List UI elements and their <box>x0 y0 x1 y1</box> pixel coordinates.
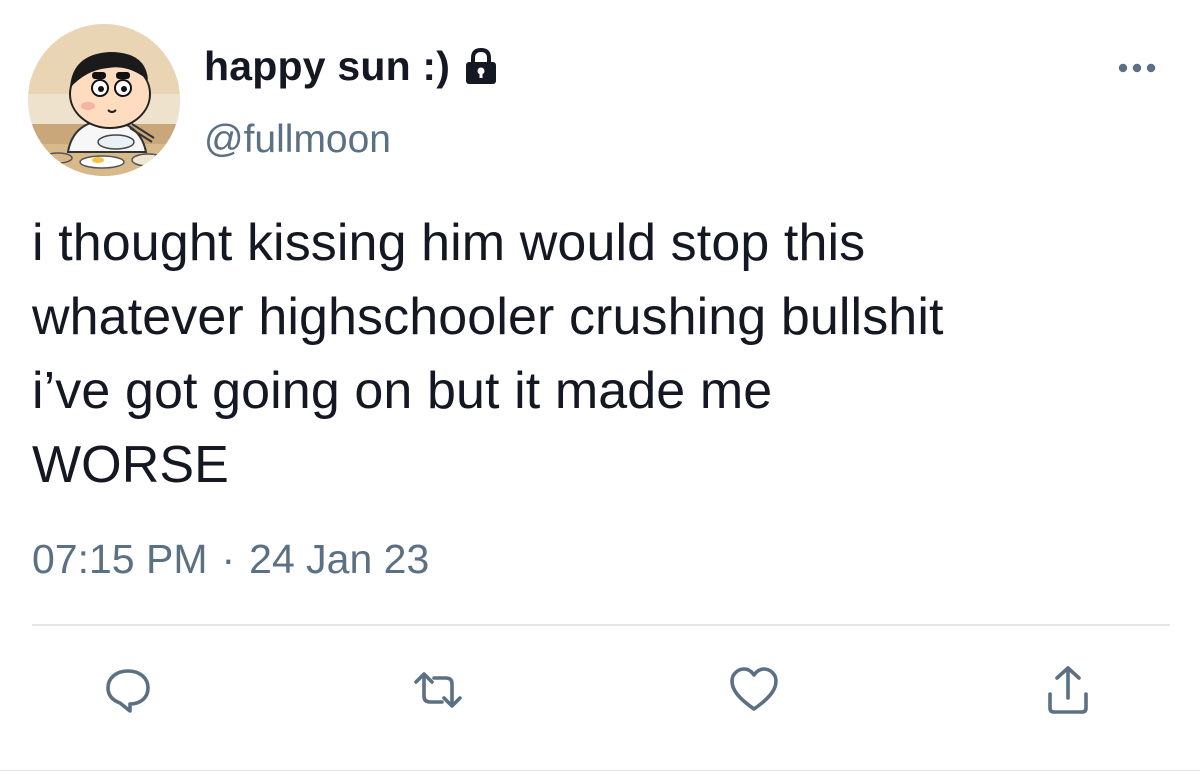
retweet-icon <box>408 664 468 716</box>
tweet-meta: 07:15 PM · 24 Jan 23 <box>32 536 429 583</box>
tweet-text-line: whatever highschooler crushing bullshit <box>32 288 944 346</box>
action-bar <box>0 660 1200 730</box>
cartoon-avatar-image <box>28 24 180 176</box>
divider <box>32 624 1170 626</box>
like-button[interactable] <box>724 660 784 720</box>
avatar[interactable] <box>28 24 180 176</box>
tweet-card: happy sun :) @fullmoon i thought kissing… <box>0 0 1200 783</box>
tweet-text-line: i thought kissing him would stop this <box>32 214 866 272</box>
tweet-date[interactable]: 24 Jan 23 <box>249 536 429 583</box>
reply-button[interactable] <box>98 660 158 720</box>
name-row: happy sun :) <box>204 40 502 92</box>
tweet-time[interactable]: 07:15 PM <box>32 536 208 583</box>
share-icon <box>1042 662 1094 718</box>
heart-icon <box>727 664 781 716</box>
bottom-border <box>0 770 1200 771</box>
more-icon[interactable] <box>1116 58 1158 78</box>
user-handle[interactable]: @fullmoon <box>204 118 391 162</box>
lock-icon <box>460 45 502 87</box>
tweet-text-line: i’ve got going on but it made me <box>32 362 773 420</box>
tweet-text-line: WORSE <box>32 436 229 494</box>
retweet-button[interactable] <box>408 660 468 720</box>
reply-icon <box>102 664 154 716</box>
meta-separator: · <box>221 536 236 582</box>
tweet-text: i thought kissing him would stop this wh… <box>32 206 1182 502</box>
display-name[interactable]: happy sun :) <box>204 43 450 90</box>
share-button[interactable] <box>1038 660 1098 720</box>
